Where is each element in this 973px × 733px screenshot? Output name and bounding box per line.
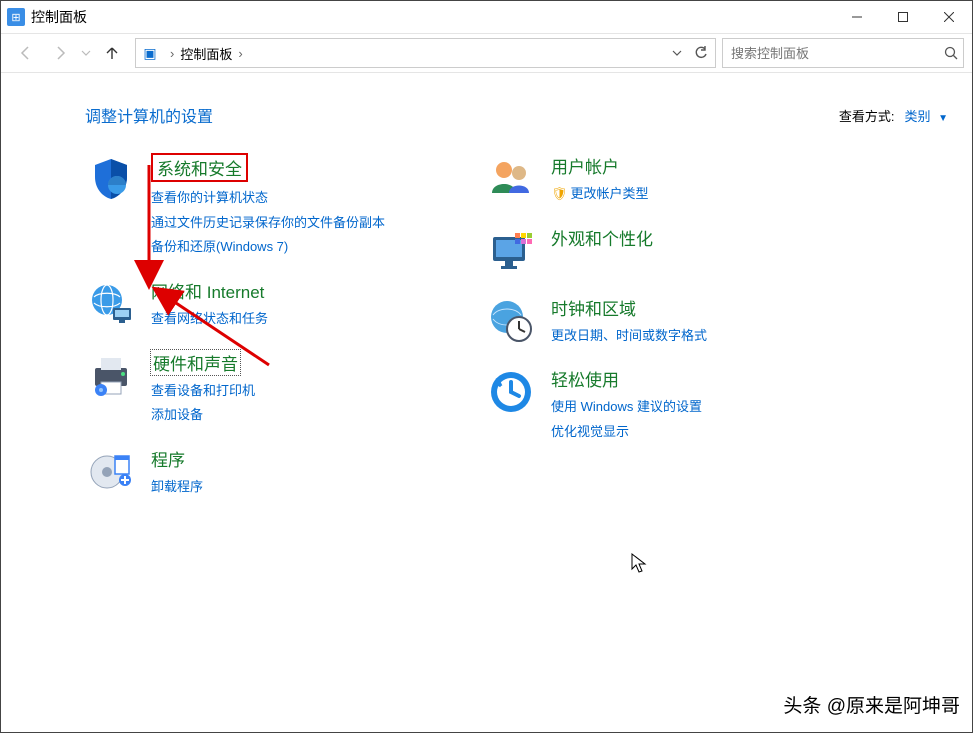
- shield-icon: [85, 153, 137, 205]
- close-icon: [944, 12, 954, 22]
- refresh-icon: [694, 46, 708, 60]
- sub-link[interactable]: 查看网络状态和任务: [151, 307, 268, 332]
- view-mode-label: 查看方式:: [839, 106, 895, 125]
- control-panel-icon: ⊞: [7, 8, 25, 26]
- category-title[interactable]: 用户帐户: [551, 153, 619, 178]
- breadcrumb-sep-icon: ›: [238, 46, 242, 61]
- category-column-right: 用户帐户 🛡更改帐户类型 外观和个性化: [485, 153, 825, 518]
- maximize-icon: [898, 12, 908, 22]
- sub-link[interactable]: 查看你的计算机状态: [151, 186, 385, 211]
- chevron-down-icon: [81, 48, 91, 58]
- category-network: 网络和 Internet 查看网络状态和任务: [85, 278, 425, 332]
- close-button[interactable]: [926, 1, 972, 33]
- view-mode-select[interactable]: 类别 ▼: [904, 106, 948, 125]
- sub-link[interactable]: 添加设备: [151, 403, 255, 428]
- printer-icon: [85, 350, 137, 402]
- category-user-accounts: 用户帐户 🛡更改帐户类型: [485, 153, 825, 207]
- mouse-cursor-icon: [631, 553, 649, 575]
- search-box[interactable]: [722, 38, 964, 68]
- sub-link[interactable]: 使用 Windows 建议的设置: [551, 395, 702, 420]
- view-mode-value: 类别: [904, 109, 930, 124]
- uac-shield-icon: 🛡: [551, 186, 568, 201]
- category-appearance: 外观和个性化: [485, 225, 825, 277]
- up-button[interactable]: [97, 38, 127, 68]
- search-icon[interactable]: [939, 46, 963, 60]
- back-icon: [18, 45, 34, 61]
- category-system-security: 系统和安全 查看你的计算机状态 通过文件历史记录保存你的文件备份副本 备份和还原…: [85, 153, 425, 260]
- refresh-button[interactable]: [691, 43, 711, 63]
- breadcrumb-sep-icon: ›: [170, 46, 174, 61]
- ease-of-access-icon: [485, 366, 537, 418]
- sub-link[interactable]: 备份和还原(Windows 7): [151, 235, 385, 260]
- forward-button[interactable]: [45, 38, 75, 68]
- sub-link[interactable]: 通过文件历史记录保存你的文件备份副本: [151, 211, 385, 236]
- category-title[interactable]: 硬件和声音: [151, 350, 240, 375]
- category-title[interactable]: 时钟和区域: [551, 295, 636, 320]
- category-clock-region: 时钟和区域 更改日期、时间或数字格式: [485, 295, 825, 349]
- category-title[interactable]: 网络和 Internet: [151, 278, 264, 303]
- back-button[interactable]: [11, 38, 41, 68]
- sub-link[interactable]: 卸载程序: [151, 475, 203, 500]
- view-mode: 查看方式: 类别 ▼: [839, 106, 948, 125]
- control-panel-small-icon: ▣: [140, 43, 160, 63]
- up-icon: [104, 45, 120, 61]
- dropdown-caret-icon: ▼: [938, 113, 948, 124]
- minimize-icon: [852, 12, 862, 22]
- category-programs: 程序 卸载程序: [85, 446, 425, 500]
- content-header: 调整计算机的设置 查看方式: 类别 ▼: [85, 103, 948, 127]
- minimize-button[interactable]: [834, 1, 880, 33]
- category-column-left: 系统和安全 查看你的计算机状态 通过文件历史记录保存你的文件备份副本 备份和还原…: [85, 153, 425, 518]
- titlebar: ⊞ 控制面板: [1, 1, 972, 34]
- window-title: 控制面板: [31, 7, 87, 27]
- globe-network-icon: [85, 278, 137, 330]
- watermark: 头条 @原来是阿坤哥: [783, 691, 960, 718]
- window: ⊞ 控制面板 ▣ › 控制面板 ›: [0, 0, 973, 733]
- navbar: ▣ › 控制面板 ›: [1, 34, 972, 73]
- address-dropdown[interactable]: [667, 43, 687, 63]
- sub-link[interactable]: 查看设备和打印机: [151, 379, 255, 404]
- category-title[interactable]: 系统和安全: [151, 153, 248, 182]
- page-title: 调整计算机的设置: [85, 103, 213, 127]
- breadcrumb-root[interactable]: 控制面板: [180, 44, 232, 63]
- forward-icon: [52, 45, 68, 61]
- maximize-button[interactable]: [880, 1, 926, 33]
- category-title[interactable]: 轻松使用: [551, 366, 619, 391]
- sub-link[interactable]: 优化视觉显示: [551, 420, 702, 445]
- user-accounts-icon: [485, 153, 537, 205]
- search-input[interactable]: [723, 46, 939, 61]
- address-bar[interactable]: ▣ › 控制面板 ›: [135, 38, 716, 68]
- sub-link[interactable]: 🛡更改帐户类型: [551, 182, 649, 207]
- category-title[interactable]: 程序: [151, 446, 185, 471]
- category-ease-of-access: 轻松使用 使用 Windows 建议的设置 优化视觉显示: [485, 366, 825, 444]
- recent-dropdown[interactable]: [79, 38, 93, 68]
- sub-link[interactable]: 更改日期、时间或数字格式: [551, 324, 707, 349]
- clock-region-icon: [485, 295, 537, 347]
- content: 调整计算机的设置 查看方式: 类别 ▼ 系统和安全 查看你的计算机状态: [1, 73, 972, 528]
- chevron-down-icon: [672, 48, 682, 58]
- appearance-icon: [485, 225, 537, 277]
- category-title[interactable]: 外观和个性化: [551, 225, 653, 250]
- programs-icon: [85, 446, 137, 498]
- category-hardware-sound: 硬件和声音 查看设备和打印机 添加设备: [85, 350, 425, 428]
